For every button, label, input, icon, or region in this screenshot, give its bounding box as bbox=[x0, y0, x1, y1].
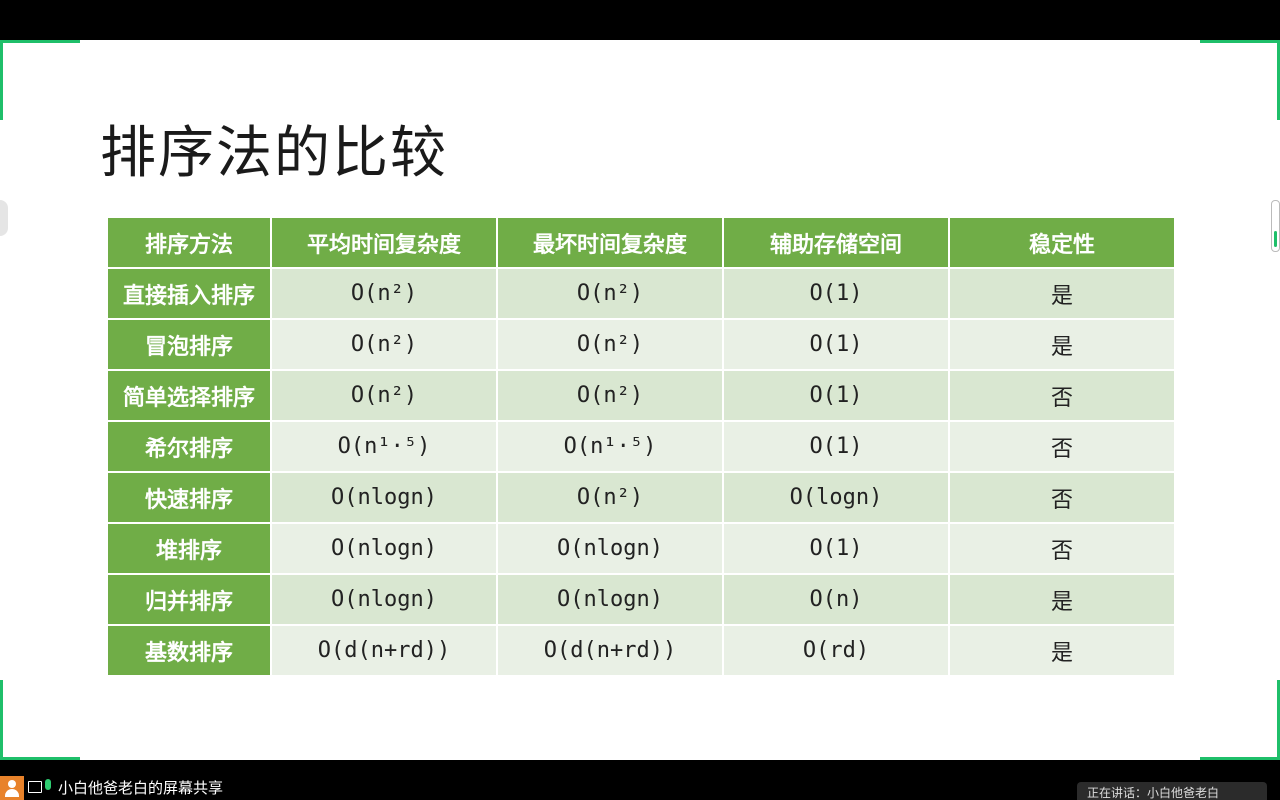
space-complexity: O(rd) bbox=[724, 626, 948, 675]
table-row: 基数排序 O(d(n+rd)) O(d(n+rd)) O(rd) 是 bbox=[108, 626, 1174, 675]
avg-complexity: O(d(n+rd)) bbox=[272, 626, 496, 675]
stability: 是 bbox=[950, 626, 1174, 675]
row-method-name: 冒泡排序 bbox=[108, 320, 270, 369]
header-method: 排序方法 bbox=[108, 218, 270, 267]
table-row: 直接插入排序 O(n²) O(n²) O(1) 是 bbox=[108, 269, 1174, 318]
space-complexity: O(n) bbox=[724, 575, 948, 624]
space-complexity: O(1) bbox=[724, 371, 948, 420]
space-complexity: O(1) bbox=[724, 422, 948, 471]
space-complexity: O(logn) bbox=[724, 473, 948, 522]
table-row: 希尔排序 O(n¹·⁵) O(n¹·⁵) O(1) 否 bbox=[108, 422, 1174, 471]
header-space: 辅助存储空间 bbox=[724, 218, 948, 267]
header-stability: 稳定性 bbox=[950, 218, 1174, 267]
avg-complexity: O(n¹·⁵) bbox=[272, 422, 496, 471]
row-method-name: 堆排序 bbox=[108, 524, 270, 573]
frame-corner-top-right-h bbox=[1200, 40, 1280, 43]
frame-corner-top-left-h bbox=[0, 40, 80, 43]
frame-corner-bottom-right-h bbox=[1200, 757, 1280, 760]
user-avatar-icon[interactable] bbox=[0, 776, 24, 800]
table-header-row: 排序方法 平均时间复杂度 最坏时间复杂度 辅助存储空间 稳定性 bbox=[108, 218, 1174, 267]
avatar-body bbox=[5, 789, 19, 797]
screen-share-title: 小白他爸老白的屏幕共享 bbox=[58, 779, 224, 797]
frame-corner-bottom-left-h bbox=[0, 757, 80, 760]
table-row: 归并排序 O(nlogn) O(nlogn) O(n) 是 bbox=[108, 575, 1174, 624]
worst-complexity: O(nlogn) bbox=[498, 524, 722, 573]
frame-corner-top-left-v bbox=[0, 40, 3, 120]
table-row: 快速排序 O(nlogn) O(n²) O(logn) 否 bbox=[108, 473, 1174, 522]
worst-complexity: O(n²) bbox=[498, 269, 722, 318]
screen-share-status-bar: 小白他爸老白的屏幕共享 正在讲话：小白他爸老白 bbox=[0, 776, 1280, 800]
screen-share-icon bbox=[28, 781, 42, 793]
avatar-head bbox=[8, 780, 16, 788]
sorting-comparison-table: 排序方法 平均时间复杂度 最坏时间复杂度 辅助存储空间 稳定性 直接插入排序 O… bbox=[106, 216, 1176, 677]
row-method-name: 直接插入排序 bbox=[108, 269, 270, 318]
microphone-icon[interactable] bbox=[45, 779, 51, 790]
avg-complexity: O(nlogn) bbox=[272, 575, 496, 624]
avg-complexity: O(nlogn) bbox=[272, 473, 496, 522]
space-complexity: O(1) bbox=[724, 320, 948, 369]
row-method-name: 基数排序 bbox=[108, 626, 270, 675]
table-row: 堆排序 O(nlogn) O(nlogn) O(1) 否 bbox=[108, 524, 1174, 573]
row-method-name: 希尔排序 bbox=[108, 422, 270, 471]
avg-complexity: O(n²) bbox=[272, 320, 496, 369]
top-black-bar bbox=[0, 0, 1280, 40]
scrollbar[interactable] bbox=[1271, 200, 1280, 252]
table-row: 冒泡排序 O(n²) O(n²) O(1) 是 bbox=[108, 320, 1174, 369]
speaking-indicator: 正在讲话：小白他爸老白 bbox=[1077, 782, 1267, 800]
worst-complexity: O(d(n+rd)) bbox=[498, 626, 722, 675]
stability: 否 bbox=[950, 422, 1174, 471]
row-method-name: 归并排序 bbox=[108, 575, 270, 624]
stability: 是 bbox=[950, 575, 1174, 624]
frame-corner-bottom-left-v bbox=[0, 680, 3, 760]
avg-complexity: O(nlogn) bbox=[272, 524, 496, 573]
worst-complexity: O(nlogn) bbox=[498, 575, 722, 624]
worst-complexity: O(n²) bbox=[498, 320, 722, 369]
header-avg-time: 平均时间复杂度 bbox=[272, 218, 496, 267]
side-panel-handle[interactable] bbox=[0, 200, 8, 236]
avg-complexity: O(n²) bbox=[272, 371, 496, 420]
space-complexity: O(1) bbox=[724, 269, 948, 318]
stability: 否 bbox=[950, 524, 1174, 573]
table-row: 简单选择排序 O(n²) O(n²) O(1) 否 bbox=[108, 371, 1174, 420]
slide-title: 排序法的比较 bbox=[100, 121, 448, 186]
scrollbar-thumb[interactable] bbox=[1274, 231, 1277, 247]
row-method-name: 快速排序 bbox=[108, 473, 270, 522]
avg-complexity: O(n²) bbox=[272, 269, 496, 318]
stability: 否 bbox=[950, 371, 1174, 420]
worst-complexity: O(n²) bbox=[498, 371, 722, 420]
worst-complexity: O(n¹·⁵) bbox=[498, 422, 722, 471]
header-worst-time: 最坏时间复杂度 bbox=[498, 218, 722, 267]
stability: 是 bbox=[950, 320, 1174, 369]
worst-complexity: O(n²) bbox=[498, 473, 722, 522]
row-method-name: 简单选择排序 bbox=[108, 371, 270, 420]
stability: 是 bbox=[950, 269, 1174, 318]
stability: 否 bbox=[950, 473, 1174, 522]
space-complexity: O(1) bbox=[724, 524, 948, 573]
